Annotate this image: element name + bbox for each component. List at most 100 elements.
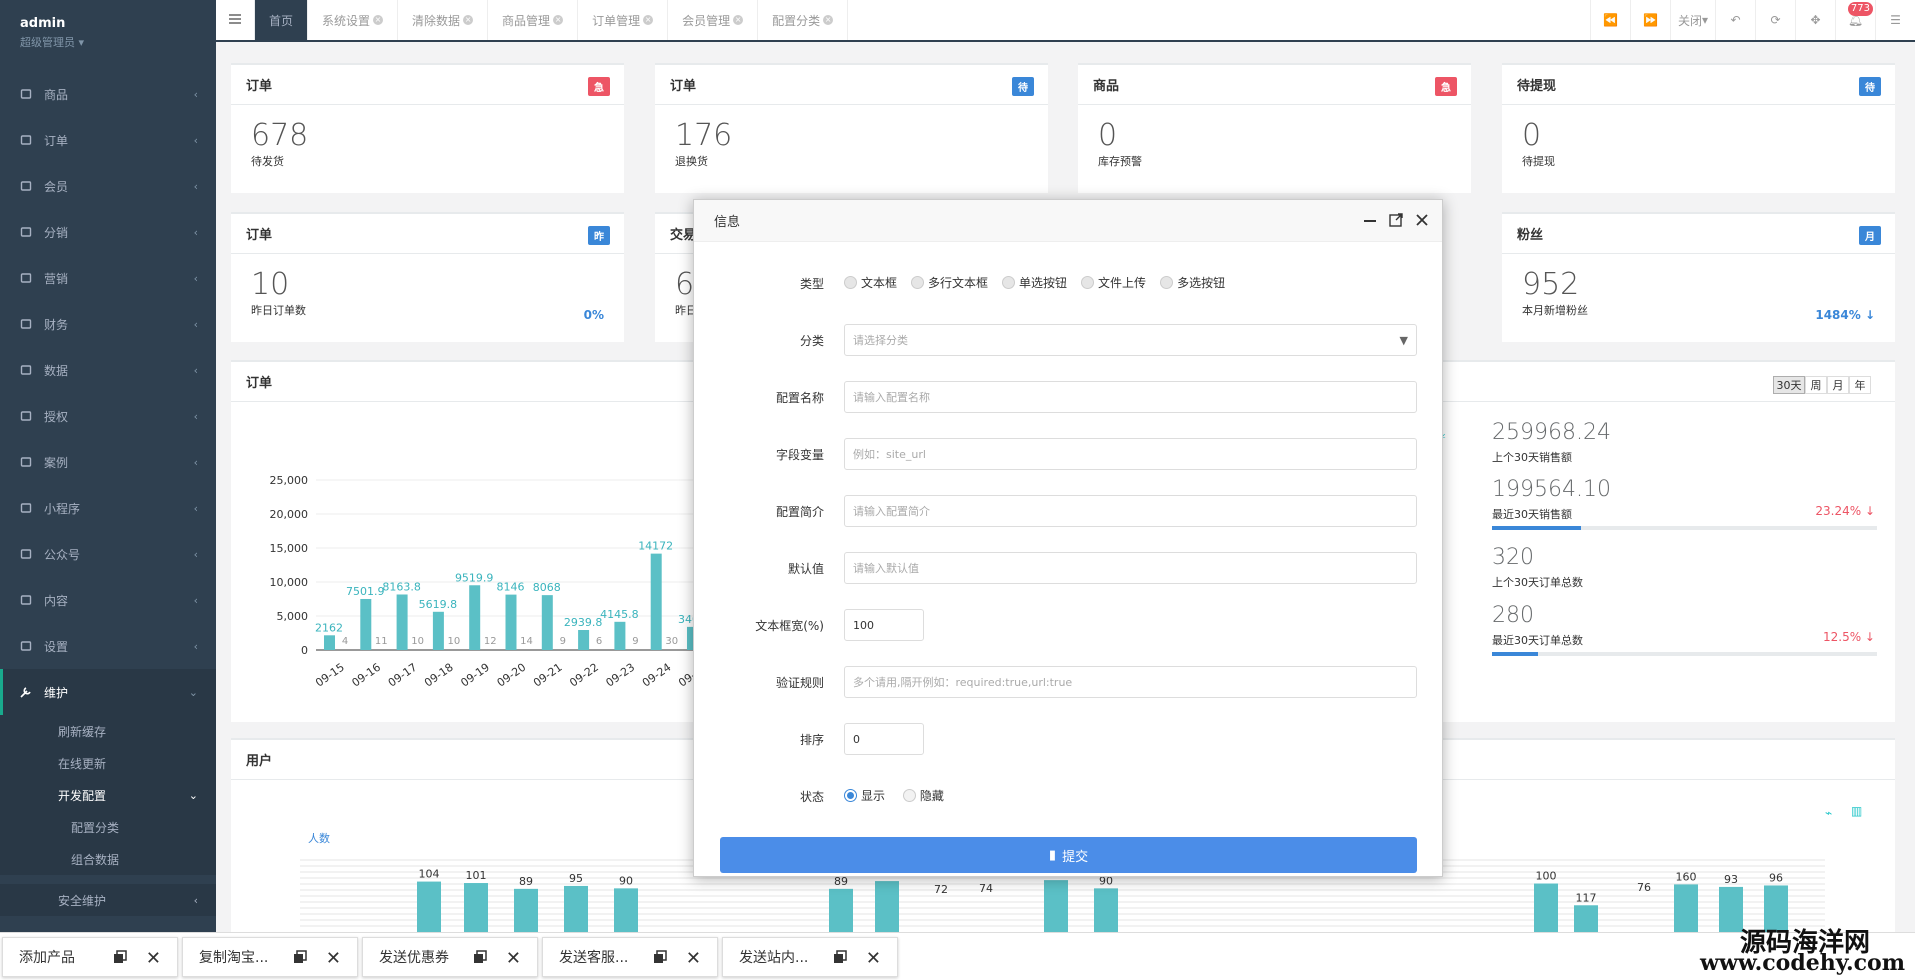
- order-bar-label: 7501.9: [346, 585, 385, 598]
- config-name-input[interactable]: 请输入配置名称: [844, 381, 1417, 413]
- right-sidebar-toggle[interactable]: ☰: [1875, 0, 1915, 40]
- sidebar-sub-group-data[interactable]: 组合数据: [0, 843, 216, 875]
- period-month[interactable]: 月: [1827, 376, 1849, 394]
- tab-2[interactable]: 清除数据 ×: [398, 0, 489, 40]
- submit-button[interactable]: ▮ 提交: [720, 837, 1417, 873]
- minimized-window-0[interactable]: 添加产品 ✕: [2, 937, 178, 977]
- sidebar-item-10[interactable]: 公众号 ‹: [0, 531, 216, 577]
- sidebar-item-maintain[interactable]: 维护 ⌄: [0, 669, 216, 715]
- restore-icon[interactable]: [833, 950, 847, 968]
- sidebar-item-12[interactable]: 设置 ‹: [0, 623, 216, 669]
- sidebar-item-9[interactable]: 小程序 ‹: [0, 485, 216, 531]
- tab-close-icon[interactable]: ×: [463, 15, 474, 25]
- minimized-window-3[interactable]: 发送客服... ✕: [542, 937, 718, 977]
- field-var-input[interactable]: 例如：site_url: [844, 438, 1417, 470]
- close-icon[interactable]: ✕: [146, 948, 161, 969]
- sidebar-sub-dev-config[interactable]: 开发配置 ⌄: [0, 779, 216, 811]
- tab-3[interactable]: 商品管理 ×: [488, 0, 579, 40]
- restore-icon[interactable]: [113, 950, 127, 968]
- sort-input[interactable]: 0: [844, 723, 924, 755]
- sidebar-sub-config-category[interactable]: 配置分类: [0, 811, 216, 843]
- close-icon[interactable]: ✕: [326, 948, 341, 969]
- notification-button[interactable]: 🔔︎ 773: [1835, 0, 1875, 40]
- tab-0[interactable]: 首页: [255, 0, 309, 40]
- user-name[interactable]: admin: [20, 16, 196, 31]
- minimized-window-4[interactable]: 发送站内... ✕: [722, 937, 898, 977]
- scroll-right-button[interactable]: ⏩: [1630, 0, 1670, 40]
- minimized-window-1[interactable]: 复制淘宝... ✕: [182, 937, 358, 977]
- period-year[interactable]: 年: [1849, 376, 1871, 394]
- tab-1[interactable]: 系统设置 ×: [308, 0, 399, 40]
- type-radio-0[interactable]: 文本框: [844, 274, 897, 291]
- tab-close-icon[interactable]: ×: [823, 15, 834, 25]
- period-30days[interactable]: 30天: [1773, 376, 1805, 394]
- textbox-width-input[interactable]: 100: [844, 609, 924, 641]
- tab-4[interactable]: 订单管理 ×: [578, 0, 669, 40]
- user-role-dropdown[interactable]: 超级管理员 ▾: [20, 34, 196, 50]
- sidebar-item-2[interactable]: 会员 ‹: [0, 163, 216, 209]
- profile: admin 超级管理员 ▾: [0, 0, 216, 62]
- type-radio-4[interactable]: 多选按钮: [1160, 274, 1225, 291]
- sidebar-item-8[interactable]: 案例 ‹: [0, 439, 216, 485]
- tab-close-icon[interactable]: ×: [733, 15, 744, 25]
- sidebar-item-11[interactable]: 内容 ‹: [0, 577, 216, 623]
- sidebar-item-3[interactable]: 分销 ‹: [0, 209, 216, 255]
- sidebar-item-6[interactable]: 数据 ‹: [0, 347, 216, 393]
- minimized-window-2[interactable]: 发送优惠券 ✕: [362, 937, 538, 977]
- tab-6[interactable]: 配置分类 ×: [758, 0, 849, 40]
- close-icon[interactable]: [1414, 212, 1430, 232]
- close-icon[interactable]: ✕: [686, 948, 701, 969]
- category-select[interactable]: 请选择分类 ▼: [844, 324, 1417, 356]
- sidebar-item-7[interactable]: 授权 ‹: [0, 393, 216, 439]
- minimize-icon[interactable]: [1362, 212, 1378, 232]
- user-bar-label: 89: [519, 875, 533, 888]
- type-radio-1[interactable]: 多行文本框: [911, 274, 988, 291]
- back-button[interactable]: ↶: [1715, 0, 1755, 40]
- close-icon[interactable]: ✕: [506, 948, 521, 969]
- restore-icon[interactable]: [653, 950, 667, 968]
- stat-value: 176: [675, 118, 733, 153]
- refresh-button[interactable]: ⟳: [1755, 0, 1795, 40]
- user-bar: [564, 885, 588, 932]
- tab-close-icon[interactable]: ×: [373, 15, 384, 25]
- order-bar-label: 9519.9: [455, 571, 494, 584]
- config-desc-input[interactable]: 请输入配置简介: [844, 495, 1417, 527]
- period-week[interactable]: 周: [1805, 376, 1827, 394]
- tab-close-icon[interactable]: ×: [553, 15, 564, 25]
- stat-card-header: 订单 待: [655, 65, 1048, 105]
- sidebar-sub-online-update[interactable]: 在线更新: [0, 747, 216, 779]
- sidebar-item-label: 公众号: [44, 547, 81, 562]
- x-tick-label: 09-20: [495, 661, 529, 690]
- stat-title: 订单: [246, 79, 273, 94]
- sidebar-item-0[interactable]: 商品 ‹: [0, 71, 216, 117]
- sidebar-sub-refresh-cache[interactable]: 刷新缓存: [0, 715, 216, 747]
- default-value-input[interactable]: 请输入默认值: [844, 552, 1417, 584]
- var-label: 字段变量: [775, 447, 824, 462]
- sidebar-sub-security[interactable]: 安全维护 ‹: [0, 884, 216, 916]
- restore-icon[interactable]: [473, 950, 487, 968]
- close-tabs-dropdown[interactable]: 关闭 ▾: [1670, 0, 1715, 40]
- close-icon[interactable]: ✕: [866, 948, 881, 969]
- status-hide-radio[interactable]: 隐藏: [902, 787, 944, 804]
- status-show-radio[interactable]: 显示: [844, 787, 885, 804]
- scroll-left-button[interactable]: ⏪: [1590, 0, 1630, 40]
- menu-toggle-button[interactable]: [216, 0, 255, 40]
- user-bar-label: 76: [1637, 881, 1651, 894]
- fullscreen-button[interactable]: ✥: [1795, 0, 1835, 40]
- bar-chart-icon[interactable]: ▥: [1851, 804, 1862, 818]
- tab-5[interactable]: 会员管理 ×: [668, 0, 759, 40]
- order-bar-label: 8068: [533, 581, 561, 594]
- user-bar-label: 117: [1576, 891, 1597, 904]
- sidebar-item-4[interactable]: 营销 ‹: [0, 255, 216, 301]
- line-chart-icon[interactable]: ⌁: [1825, 806, 1832, 820]
- sidebar-item-5[interactable]: 财务 ‹: [0, 301, 216, 347]
- type-radio-2[interactable]: 单选按钮: [1002, 274, 1067, 291]
- restore-icon[interactable]: [293, 950, 307, 968]
- y-tick-label: 10,000: [270, 576, 309, 589]
- maximize-icon[interactable]: [1388, 212, 1404, 232]
- tab-close-icon[interactable]: ×: [643, 15, 654, 25]
- sidebar-item-1[interactable]: 订单 ‹: [0, 117, 216, 163]
- orders-progress: [1492, 652, 1877, 656]
- type-radio-3[interactable]: 文件上传: [1081, 274, 1146, 291]
- validation-rule-input[interactable]: 多个请用,隔开例如：required:true,url:true: [844, 666, 1417, 698]
